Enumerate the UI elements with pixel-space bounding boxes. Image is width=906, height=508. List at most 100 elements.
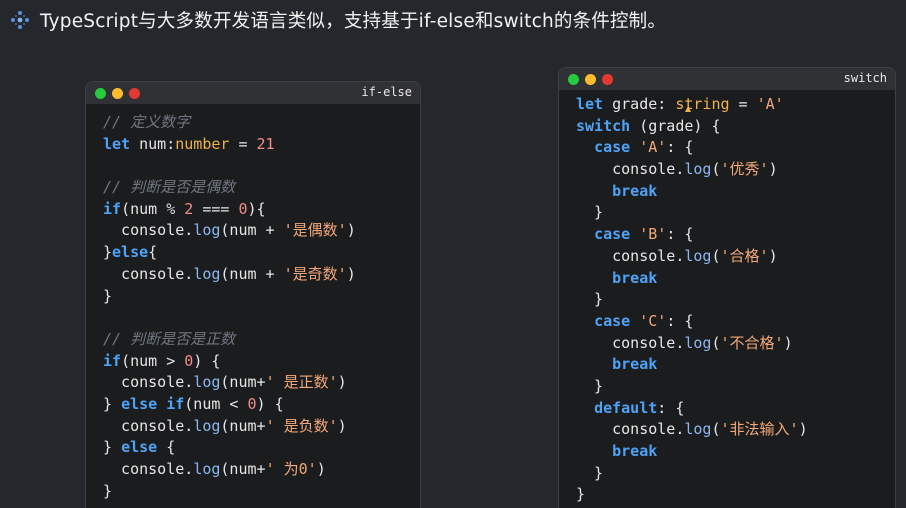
code-token: log [684,333,712,352]
code-token: { [157,438,176,457]
code-token: } [103,286,113,305]
code-token: '是奇数' [283,264,347,283]
code-token: break [612,355,658,374]
code-token: string [675,95,730,113]
code-token: % [166,199,176,218]
code-line: let grade: string = 'A' [576,94,895,116]
code-line: } else { [103,437,420,459]
code-token: case [594,225,631,244]
code-token: (num+ [220,416,266,435]
code-token: : { [666,311,694,330]
code-token: ){ [247,199,266,218]
code-line: break [576,181,895,203]
code-token: ) [337,416,347,435]
code-line: } [576,289,895,311]
maximize-dot-icon[interactable] [568,73,579,85]
code-token: } [576,376,604,395]
code-line: } [103,286,420,308]
code-line: switch (grade) { [576,116,895,138]
code-token: if [103,351,122,370]
code-token: ) [768,246,778,265]
code-token: '不合格' [720,333,784,352]
code-token: = [729,95,757,113]
close-dot-icon[interactable] [602,73,613,85]
code-line: // 定义数字 [103,112,420,134]
code-token: number [175,134,230,153]
code-token: } [103,481,113,500]
maximize-dot-icon[interactable] [95,87,106,99]
code-line: case 'C': { [576,311,895,333]
close-dot-icon[interactable] [129,87,140,99]
code-token: ( [711,246,721,265]
code-token: if [103,199,122,218]
if-else-code-block: // 定义数字 let num:number = 21 // 判断是否是偶数 if(… [86,112,420,502]
code-token: ' 是负数' [265,416,338,435]
code-token: log [193,221,221,240]
minimize-dot-icon[interactable] [585,73,596,85]
code-token: // 判断是否是正数 [103,329,236,348]
switch-titlebar: switch [559,68,895,90]
code-line: } else if(num < 0) { [103,394,420,416]
code-line: console.log('不合格') [576,333,895,355]
code-line: // 判断是否是正数 [103,329,420,351]
code-token: ) [346,221,356,240]
code-token: grade: [603,95,676,113]
code-token: 0 [184,351,194,370]
code-token: '非法输入' [720,420,799,439]
heading-text: TypeScript与大多数开发语言类似，支持基于if-else和switch的… [40,11,667,32]
code-token: switch [576,116,631,135]
code-line: console.log('非法输入') [576,419,895,441]
code-token: console. [103,416,194,435]
code-token: 'C' [639,311,667,330]
code-token: ) [316,460,326,478]
code-line: }else{ [103,242,420,264]
slide-heading: TypeScript与大多数开发语言类似，支持基于if-else和switch的… [8,6,666,34]
code-token: 0 [238,199,248,218]
code-token: '合格' [720,246,769,265]
code-token: log [193,460,221,478]
code-line: if(num % 2 === 0){ [103,199,420,221]
code-token: log [193,416,221,435]
code-line: } [576,484,895,506]
code-token: ) { [193,351,221,370]
minimize-dot-icon[interactable] [112,87,123,99]
code-token: 0 [247,394,257,413]
code-token: let [103,134,131,153]
code-line: console.log(num+' 是负数') [103,416,420,438]
code-token: break [612,181,658,200]
code-token: === [193,199,239,218]
code-line: console.log(num+' 为0') [103,459,420,481]
code-token: ' 为0' [265,460,317,478]
code-line: } [576,376,895,398]
code-token: } [103,243,113,262]
code-token: (num+ [220,460,266,478]
code-line: } [576,202,895,224]
code-line: let num:number = 21 [103,134,420,156]
code-token: (num [121,199,167,218]
code-token: ) [337,373,347,392]
code-token: = [229,134,257,153]
code-token: ( [711,160,721,179]
code-line: // 判断是否是偶数 [103,177,420,199]
code-line: console.log(num + '是偶数') [103,220,420,242]
code-token: } [576,290,604,309]
code-token: console. [576,160,685,179]
code-token: case [594,138,631,157]
code-line: default: { [576,398,895,420]
code-token: else [112,243,149,262]
code-token: } [103,394,122,413]
code-token: let [576,95,604,113]
switch-code-block: let grade: string = 'A' switch (grade) { … [559,94,895,506]
